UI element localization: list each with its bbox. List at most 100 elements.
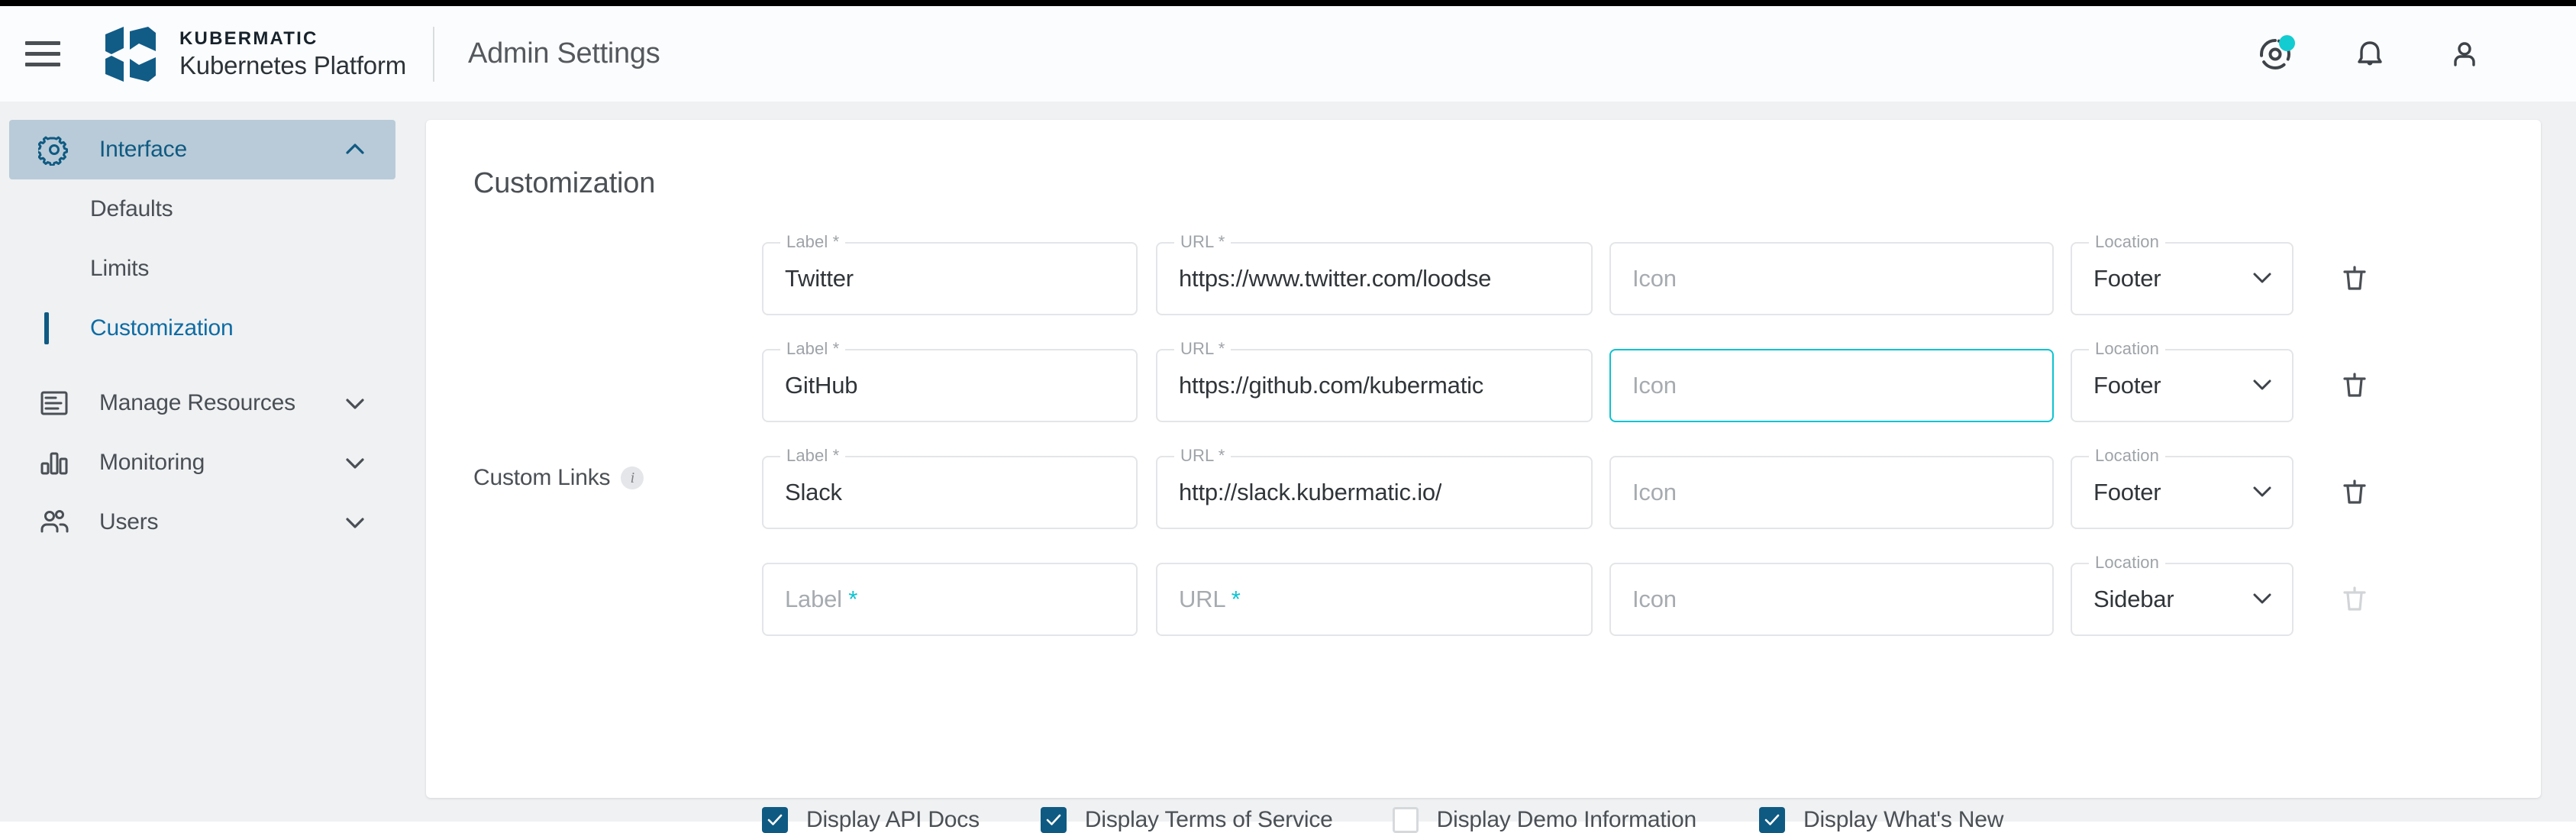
sidebar-subitem-label: Defaults: [90, 196, 173, 222]
link-location-select[interactable]: Location Footer: [2071, 349, 2294, 422]
sidebar-item-label: Manage Resources: [99, 390, 295, 416]
link-label-input[interactable]: Label * Twitter: [762, 242, 1138, 315]
checkbox-display-terms-of-service[interactable]: Display Terms of Service: [1041, 807, 1333, 833]
sidebar-item-limits[interactable]: Limits: [0, 239, 405, 299]
check-icon: [1762, 810, 1782, 830]
field-notch-label: Label *: [780, 447, 845, 464]
resources-list-icon: [37, 386, 72, 421]
link-url-value: https://github.com/kubermatic: [1179, 372, 1483, 399]
delete-link-button-disabled: [2330, 563, 2379, 636]
sidebar-item-interface[interactable]: Interface: [9, 120, 395, 179]
link-label-input[interactable]: Label * GitHub: [762, 349, 1138, 422]
link-location-select[interactable]: Location Sidebar: [2071, 563, 2294, 636]
delete-link-button[interactable]: [2330, 242, 2379, 315]
link-url-input[interactable]: URL * http://slack.kubermatic.io/: [1156, 456, 1593, 529]
checkbox-label: Display Terms of Service: [1085, 807, 1333, 833]
hamburger-menu-icon[interactable]: [25, 39, 63, 69]
link-url-input[interactable]: URL *: [1156, 563, 1593, 636]
checkbox-box[interactable]: [1759, 807, 1785, 833]
link-url-input[interactable]: URL * https://www.twitter.com/loodse: [1156, 242, 1593, 315]
custom-link-row: Label * Twitter URL * https://www.twitte…: [762, 242, 2379, 349]
bar-chart-icon: [37, 445, 72, 480]
link-icon-input[interactable]: Icon: [1609, 456, 2054, 529]
field-notch-label: Location: [2089, 341, 2165, 357]
custom-link-row: Label * GitHub URL * https://github.com/…: [762, 349, 2379, 456]
chevron-down-icon[interactable]: [342, 450, 368, 476]
trash-icon: [2339, 263, 2370, 294]
checkbox-box[interactable]: [762, 807, 788, 833]
field-notch-label: Location: [2089, 447, 2165, 464]
sidebar-item-monitoring[interactable]: Monitoring: [9, 433, 395, 492]
notification-badge-dot: [2279, 35, 2295, 51]
link-location-select[interactable]: Location Footer: [2071, 242, 2294, 315]
sidebar-item-users[interactable]: Users: [9, 492, 395, 552]
custom-links-label-group: Custom Links i: [473, 465, 644, 491]
custom-link-row: Label * Slack URL * http://slack.kuberma…: [762, 456, 2379, 563]
link-label-value: Slack: [785, 479, 842, 506]
main-content: Customization Custom Links i Label * Twi…: [405, 102, 2576, 822]
delete-link-button[interactable]: [2330, 349, 2379, 422]
hamburger-bar: [25, 63, 60, 66]
brand-name: KUBERMATIC: [179, 27, 406, 50]
link-url-value: http://slack.kubermatic.io/: [1179, 479, 1441, 506]
gear-icon: [37, 132, 72, 167]
card-title: Customization: [426, 120, 2541, 200]
delete-link-button[interactable]: [2330, 456, 2379, 529]
customization-card: Customization Custom Links i Label * Twi…: [426, 120, 2541, 798]
chevron-up-icon[interactable]: [342, 137, 368, 163]
field-notch-label: Location: [2089, 234, 2165, 250]
link-location-value: Footer: [2093, 265, 2161, 292]
info-icon[interactable]: i: [621, 467, 644, 489]
link-icon-input[interactable]: Icon: [1609, 349, 2054, 422]
link-icon-input[interactable]: Icon: [1609, 242, 2054, 315]
link-location-value: Footer: [2093, 479, 2161, 506]
custom-links-label: Custom Links: [473, 465, 610, 491]
chevron-down-icon: [2249, 264, 2275, 294]
header-divider: [433, 27, 434, 82]
checkbox-box[interactable]: [1393, 807, 1419, 833]
sidebar-navigation: Interface Defaults Limits Customization …: [0, 102, 405, 822]
chevron-down-icon: [2249, 371, 2275, 401]
trash-icon: [2339, 370, 2370, 401]
sidebar-spacer: [0, 358, 405, 373]
checkbox-display-api-docs[interactable]: Display API Docs: [762, 807, 980, 833]
active-indicator-bar: [44, 312, 49, 344]
trash-icon: [2339, 477, 2370, 508]
help-support-icon[interactable]: [2255, 34, 2295, 74]
link-icon-placeholder: Icon: [1632, 372, 1677, 399]
link-label-input[interactable]: Label * Slack: [762, 456, 1138, 529]
chevron-down-icon[interactable]: [342, 509, 368, 535]
checkbox-label: Display What's New: [1803, 807, 2003, 833]
header-actions: [2255, 34, 2484, 74]
field-notch-label: Label *: [780, 234, 845, 250]
link-url-input[interactable]: URL * https://github.com/kubermatic: [1156, 349, 1593, 422]
link-icon-placeholder: Icon: [1632, 479, 1677, 506]
sidebar-subitem-label: Limits: [90, 256, 149, 282]
link-label-value: GitHub: [785, 372, 857, 399]
users-group-icon: [37, 505, 72, 540]
field-notch-label: Location: [2089, 554, 2165, 571]
sidebar-item-label: Interface: [99, 137, 187, 163]
sidebar-item-label: Monitoring: [99, 450, 205, 476]
checkbox-box[interactable]: [1041, 807, 1067, 833]
notifications-bell-icon[interactable]: [2350, 34, 2390, 74]
link-label-input[interactable]: Label *: [762, 563, 1138, 636]
sidebar-item-label: Users: [99, 509, 158, 535]
custom-links-rows: Label * Twitter URL * https://www.twitte…: [762, 242, 2379, 670]
kubermatic-logo-icon: [104, 25, 160, 83]
chevron-down-icon[interactable]: [342, 390, 368, 416]
sidebar-item-manage-resources[interactable]: Manage Resources: [9, 373, 395, 433]
checkbox-label: Display API Docs: [806, 807, 980, 833]
sidebar-item-customization[interactable]: Customization: [0, 299, 405, 358]
sidebar-item-defaults[interactable]: Defaults: [0, 179, 405, 239]
checkbox-display-demo-information[interactable]: Display Demo Information: [1393, 807, 1696, 833]
user-account-icon[interactable]: [2445, 34, 2484, 74]
link-location-select[interactable]: Location Footer: [2071, 456, 2294, 529]
checkbox-display-whats-new[interactable]: Display What's New: [1759, 807, 2003, 833]
link-label-value: Twitter: [785, 265, 854, 292]
link-icon-input[interactable]: Icon: [1609, 563, 2054, 636]
brand-logo-link[interactable]: KUBERMATIC Kubernetes Platform: [104, 25, 406, 83]
link-icon-placeholder: Icon: [1632, 586, 1677, 613]
hamburger-bar: [25, 41, 60, 45]
field-notch-label: Label *: [780, 341, 845, 357]
